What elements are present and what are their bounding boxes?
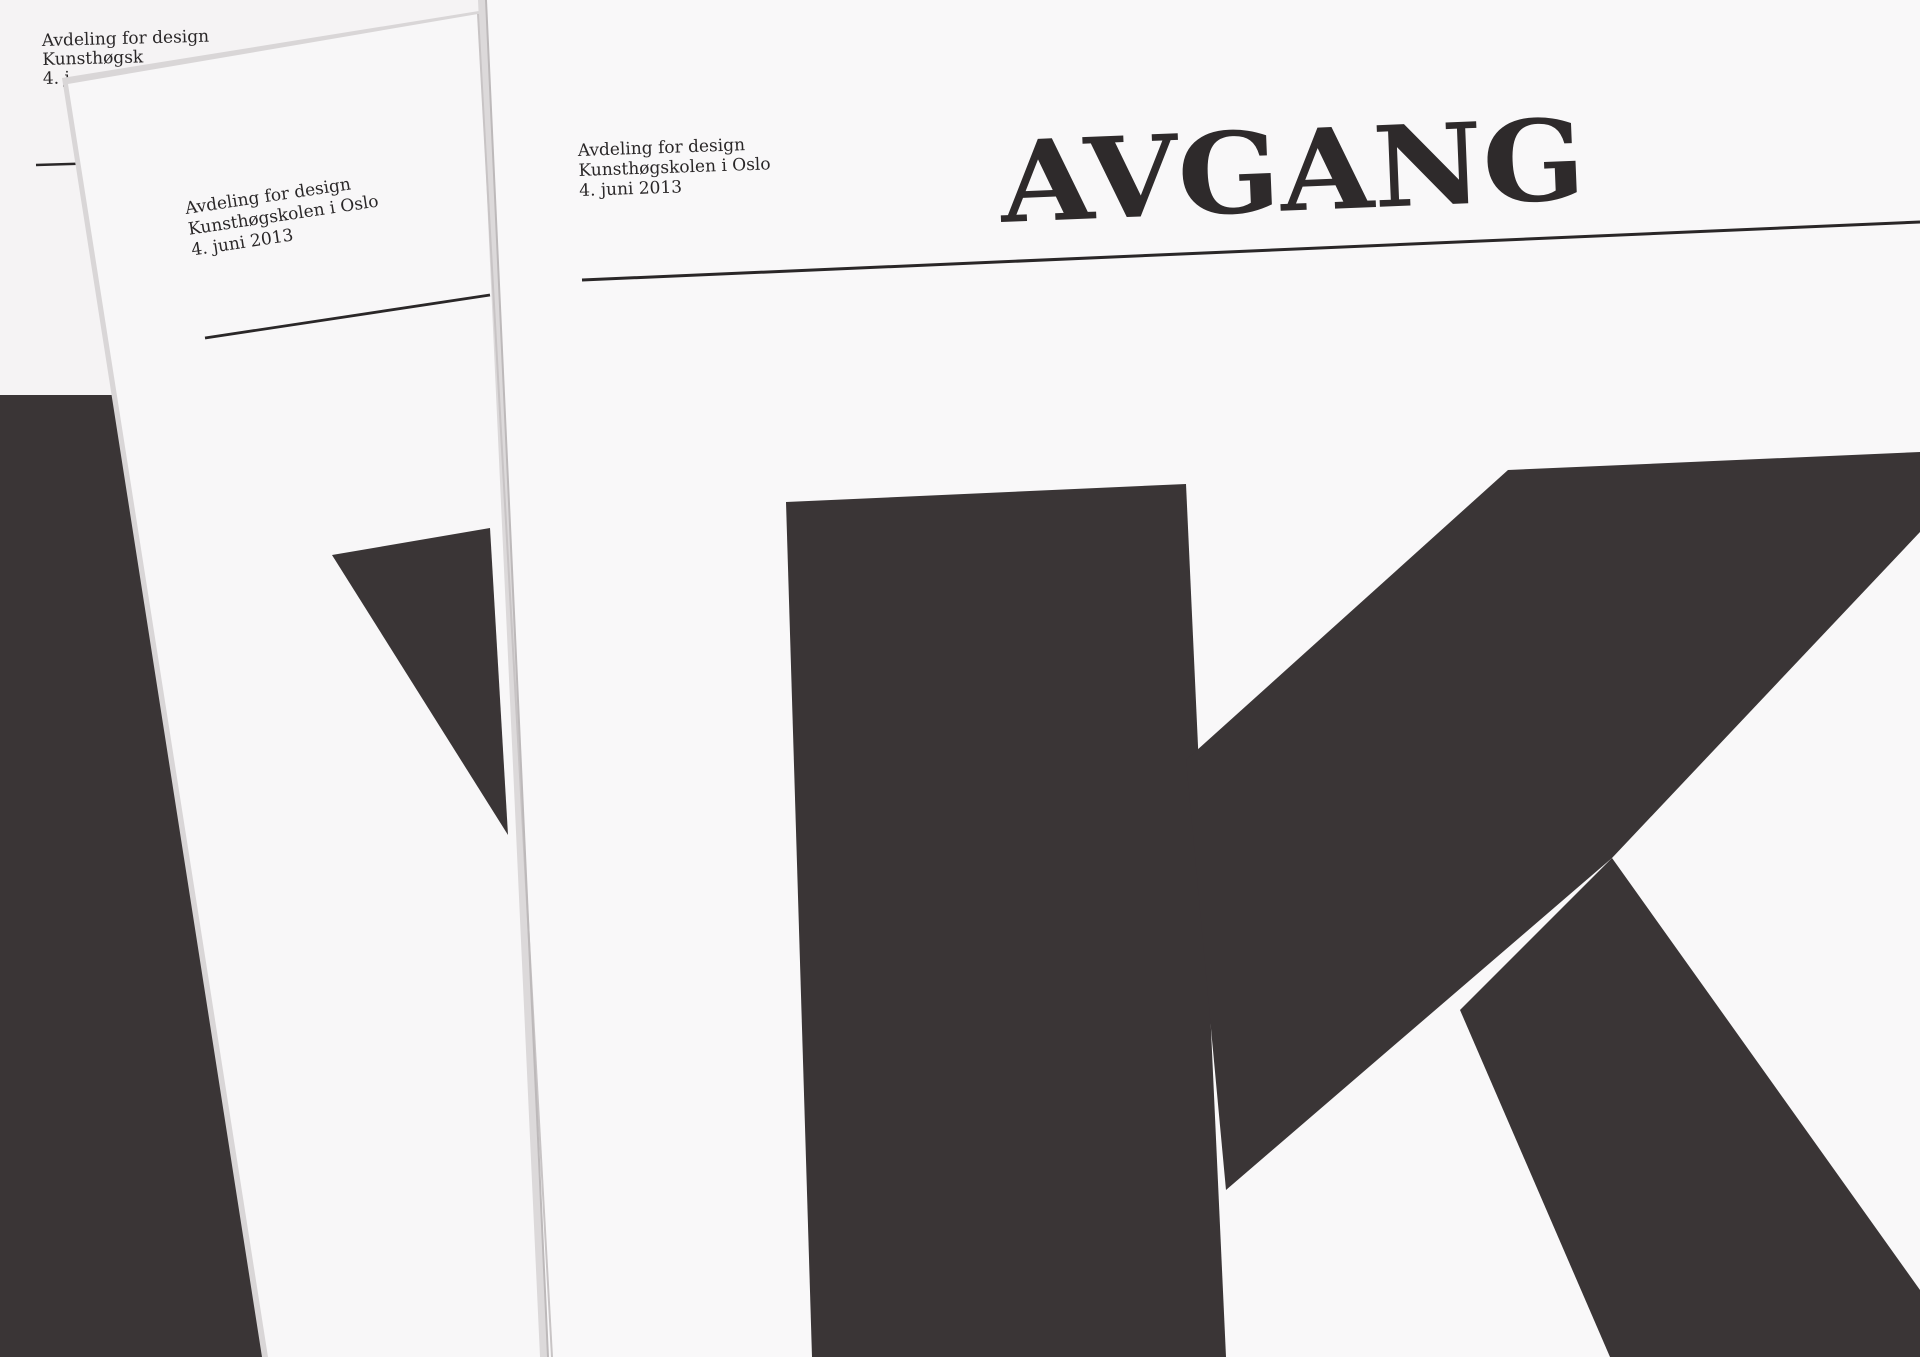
front-paper-imprint-line3: 4. juni 2013 (579, 177, 683, 201)
masthead-title: AVGANG (997, 95, 1588, 249)
front-paper: Avdeling for design Kunsthøgskolen i Osl… (478, 0, 1920, 1357)
newspapers-photo: Avdeling for design Kunsthøgsk 4. j Avde… (0, 0, 1920, 1357)
large-letter-k-stem (786, 484, 1226, 1357)
front-paper-masthead-group: AVGANG (997, 95, 1588, 249)
back-paper-imprint-line2: Kunsthøgsk (42, 47, 144, 70)
photo-stage: Avdeling for design Kunsthøgsk 4. j Avde… (0, 0, 1920, 1357)
